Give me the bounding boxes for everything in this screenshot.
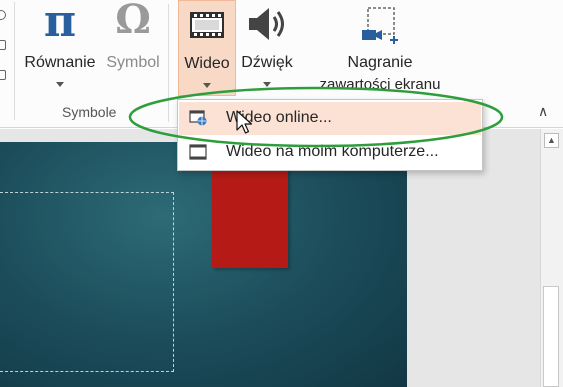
film-strip-icon xyxy=(190,12,224,38)
collapse-ribbon-button[interactable]: ∧ xyxy=(538,103,548,120)
group-label-symbols: Symbole xyxy=(62,104,117,120)
screen-recording-button[interactable]: Nagranie zawartości ekranu xyxy=(318,0,442,100)
screen-recording-label-line2: zawartości ekranu xyxy=(319,76,441,93)
video-dropdown-menu: Wideo online... Wideo na moim komputerze… xyxy=(177,99,483,171)
audio-button[interactable]: Dźwięk xyxy=(238,0,296,100)
partial-box-icon[interactable] xyxy=(0,40,6,50)
screen-recording-icon xyxy=(362,7,398,44)
equation-button[interactable]: π Równanie xyxy=(20,0,100,100)
video-file-icon xyxy=(189,144,207,160)
group-divider xyxy=(168,4,169,122)
menu-item-label: Wideo na moim komputerze... xyxy=(226,143,439,160)
chevron-down-icon[interactable] xyxy=(263,82,271,87)
speaker-icon xyxy=(249,8,284,40)
content-placeholder[interactable] xyxy=(0,192,174,372)
partial-box-icon[interactable] xyxy=(0,70,6,80)
left-ribbon-icons xyxy=(0,0,14,128)
scroll-thumb[interactable] xyxy=(543,286,559,387)
video-button[interactable]: Wideo xyxy=(178,0,236,96)
group-divider xyxy=(14,2,15,120)
omega-icon: Ω xyxy=(115,0,151,43)
video-label: Wideo xyxy=(184,55,230,72)
symbol-label: Symbol xyxy=(106,54,160,71)
partial-circle-icon[interactable] xyxy=(0,10,6,20)
chevron-down-icon[interactable] xyxy=(56,82,64,87)
pi-icon: π xyxy=(43,0,77,47)
screen-recording-label-line1: Nagranie xyxy=(347,54,413,71)
chevron-down-icon[interactable] xyxy=(203,83,211,88)
equation-label: Równanie xyxy=(24,54,96,71)
audio-label: Dźwięk xyxy=(241,54,293,71)
menu-item-video-on-my-pc[interactable]: Wideo na moim komputerze... xyxy=(179,136,481,169)
symbol-button[interactable]: Ω Symbol xyxy=(102,0,164,100)
menu-item-label: Wideo online... xyxy=(226,109,332,126)
scroll-up-button[interactable]: ▲ xyxy=(544,133,559,148)
menu-item-online-video[interactable]: Wideo online... xyxy=(179,102,481,135)
red-shape[interactable] xyxy=(212,160,288,268)
online-video-icon xyxy=(189,110,207,126)
